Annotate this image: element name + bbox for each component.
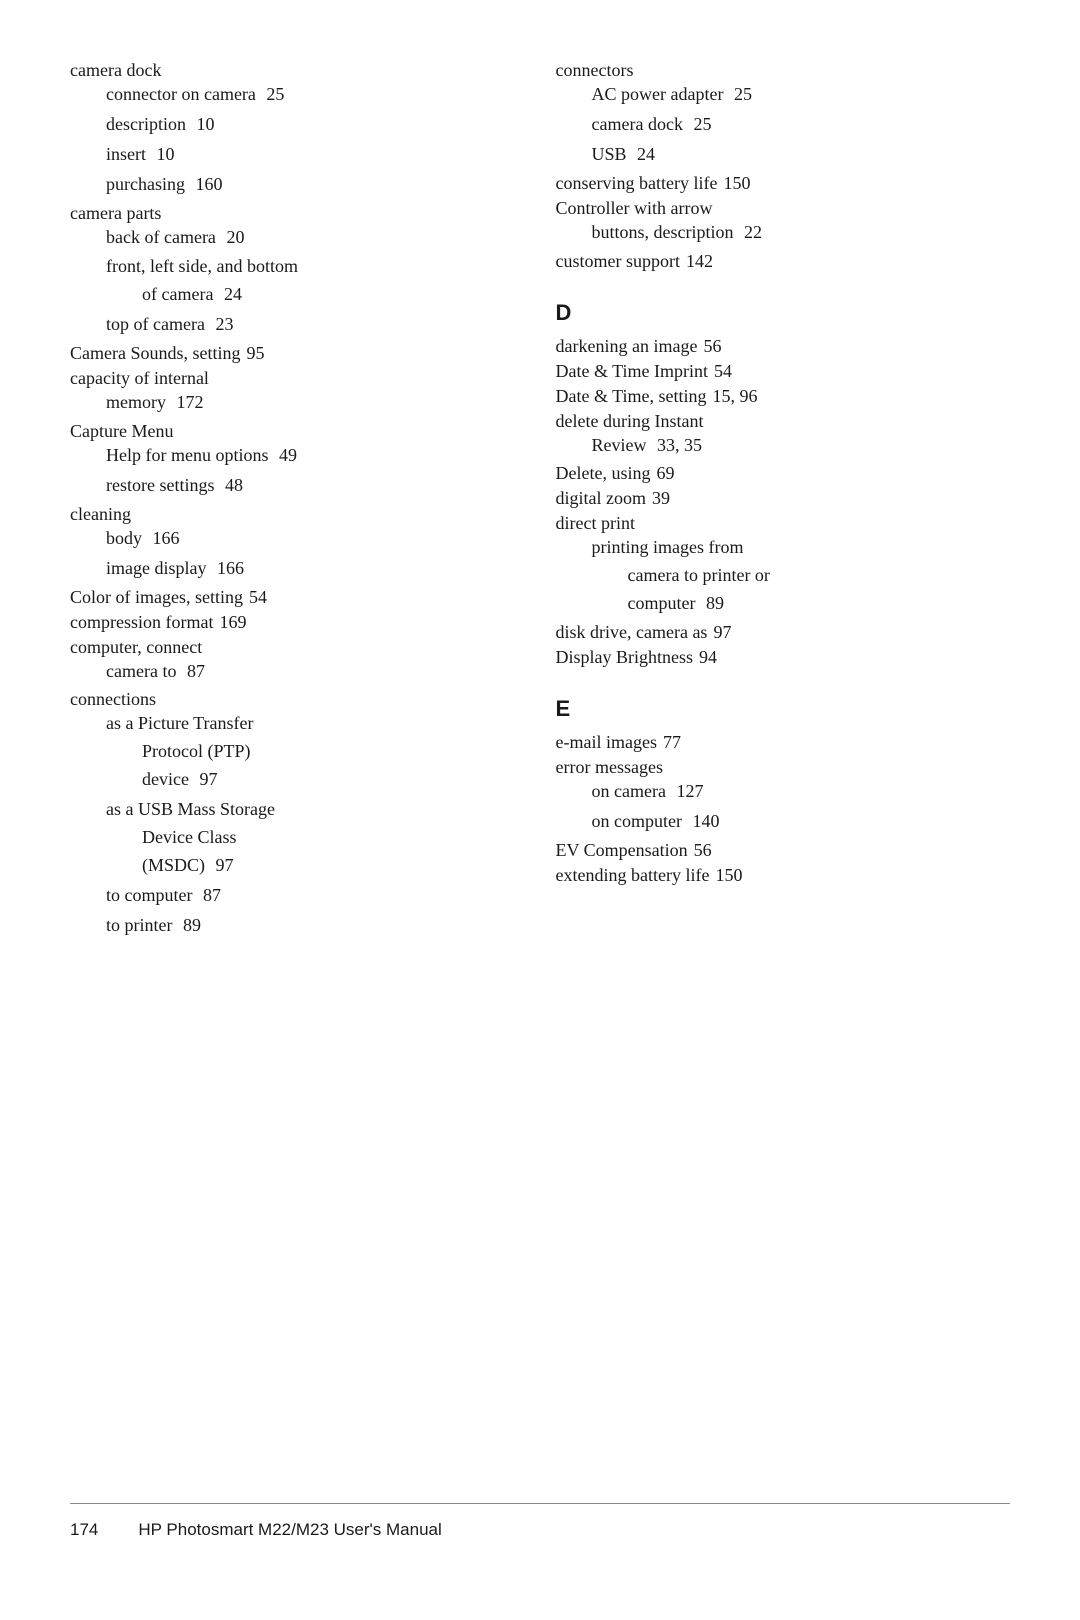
sub-entries-cleaning: body 166 image display 166 xyxy=(70,525,496,583)
sub-entry-top-camera: top of camera 23 xyxy=(106,311,496,339)
entry-color-images: Color of images, setting 54 xyxy=(70,587,496,608)
sub-entry-purchasing: purchasing 160 xyxy=(106,171,496,199)
entry-computer-connect: computer, connect camera to 87 xyxy=(70,637,496,686)
sub-sub-printing: camera to printer or computer 89 xyxy=(592,562,1011,618)
entry-extending-battery: extending battery life 150 xyxy=(556,865,1011,886)
entry-camera-sounds: Camera Sounds, setting 95 xyxy=(70,343,496,364)
sub-entry-ac-power: AC power adapter 25 xyxy=(592,81,1011,109)
wrap-front-left: of camera 24 xyxy=(106,281,496,309)
sub-entry-image-display: image display 166 xyxy=(106,555,496,583)
sub-entry-back-of-camera: back of camera 20 xyxy=(106,224,496,252)
left-column: camera dock connector on camera 25 descr… xyxy=(70,60,536,1463)
sub-entries-capture-menu: Help for menu options 49 restore setting… xyxy=(70,442,496,500)
entry-connectors: connectors AC power adapter 25 camera do… xyxy=(556,60,1011,169)
wrap-computer-connect: camera to 87 xyxy=(70,658,496,686)
sub-entry-insert: insert 10 xyxy=(106,141,496,169)
sub-entries-connectors: AC power adapter 25 camera dock 25 USB 2… xyxy=(556,81,1011,169)
sub-entry-help-menu: Help for menu options 49 xyxy=(106,442,496,470)
sub-entry-msdc: as a USB Mass Storage Device Class (MSDC… xyxy=(106,796,496,880)
entry-camera-parts: camera parts back of camera 20 front, le… xyxy=(70,203,496,340)
sub-entry-on-computer: on computer 140 xyxy=(592,808,1011,836)
wrap-delete-instant: Review 33, 35 xyxy=(556,432,1011,460)
right-column: connectors AC power adapter 25 camera do… xyxy=(536,60,1011,1463)
sub-entries-error-messages: on camera 127 on computer 140 xyxy=(556,778,1011,836)
entry-date-time-imprint: Date & Time Imprint 54 xyxy=(556,361,1011,382)
sub-entry-usb: USB 24 xyxy=(592,141,1011,169)
sub-entry-on-camera: on camera 127 xyxy=(592,778,1011,806)
sub-entry-to-computer: to computer 87 xyxy=(106,882,496,910)
entry-connections: connections as a Picture Transfer Protoc… xyxy=(70,689,496,939)
entry-ev-compensation: EV Compensation 56 xyxy=(556,840,1011,861)
entry-error-messages: error messages on camera 127 on computer… xyxy=(556,757,1011,836)
entry-title-camera-parts: camera parts xyxy=(70,203,161,224)
sub-entry-front-left: front, left side, and bottom of camera 2… xyxy=(106,253,496,309)
sub-entry-restore-settings: restore settings 48 xyxy=(106,472,496,500)
footer-title: HP Photosmart M22/M23 User's Manual xyxy=(138,1520,441,1540)
entry-email-images: e-mail images 77 xyxy=(556,732,1011,753)
wrap-controller: buttons, description 22 xyxy=(556,219,1011,247)
sub-entries-direct-print: printing images from camera to printer o… xyxy=(556,534,1011,618)
section-header-e: E xyxy=(556,696,1011,722)
sub-entries-connections: as a Picture Transfer Protocol (PTP) dev… xyxy=(70,710,496,939)
sub-entry-to-printer: to printer 89 xyxy=(106,912,496,940)
sub-entry-body: body 166 xyxy=(106,525,496,553)
entry-controller-arrow: Controller with arrow buttons, descripti… xyxy=(556,198,1011,247)
entry-conserving-battery: conserving battery life 150 xyxy=(556,173,1011,194)
entry-darkening-image: darkening an image 56 xyxy=(556,336,1011,357)
entry-capacity-internal: capacity of internal memory 172 xyxy=(70,368,496,417)
page: camera dock connector on camera 25 descr… xyxy=(0,0,1080,1620)
sub-sub-msdc: Device Class (MSDC) 97 xyxy=(106,824,496,880)
sub-entries-camera-parts: back of camera 20 front, left side, and … xyxy=(70,224,496,340)
entry-camera-dock: camera dock connector on camera 25 descr… xyxy=(70,60,496,199)
sub-entry-camera-dock-conn: camera dock 25 xyxy=(592,111,1011,139)
entry-customer-support: customer support 142 xyxy=(556,251,1011,272)
entry-title-camera-dock: camera dock xyxy=(70,60,161,81)
entry-compression-format: compression format 169 xyxy=(70,612,496,633)
entry-date-time-setting: Date & Time, setting 15, 96 xyxy=(556,386,1011,407)
entry-capture-menu: Capture Menu Help for menu options 49 re… xyxy=(70,421,496,500)
sub-entry-connector-on-camera: connector on camera 25 xyxy=(106,81,496,109)
content-area: camera dock connector on camera 25 descr… xyxy=(70,60,1010,1463)
sub-sub-ptp: Protocol (PTP) device 97 xyxy=(106,738,496,794)
sub-entries-camera-dock: connector on camera 25 description 10 in… xyxy=(70,81,496,199)
entry-direct-print: direct print printing images from camera… xyxy=(556,513,1011,618)
sub-entry-description: description 10 xyxy=(106,111,496,139)
sub-entry-printing-images: printing images from camera to printer o… xyxy=(592,534,1011,618)
entry-digital-zoom: digital zoom 39 xyxy=(556,488,1011,509)
entry-delete-using: Delete, using 69 xyxy=(556,463,1011,484)
footer: 174 HP Photosmart M22/M23 User's Manual xyxy=(70,1503,1010,1540)
entry-cleaning: cleaning body 166 image display 166 xyxy=(70,504,496,583)
entry-disk-drive: disk drive, camera as 97 xyxy=(556,622,1011,643)
footer-page-number: 174 xyxy=(70,1520,98,1540)
section-header-d: D xyxy=(556,300,1011,326)
wrap-capacity: memory 172 xyxy=(70,389,496,417)
sub-entry-ptp: as a Picture Transfer Protocol (PTP) dev… xyxy=(106,710,496,794)
entry-display-brightness: Display Brightness 94 xyxy=(556,647,1011,668)
entry-delete-instant: delete during Instant Review 33, 35 xyxy=(556,411,1011,460)
